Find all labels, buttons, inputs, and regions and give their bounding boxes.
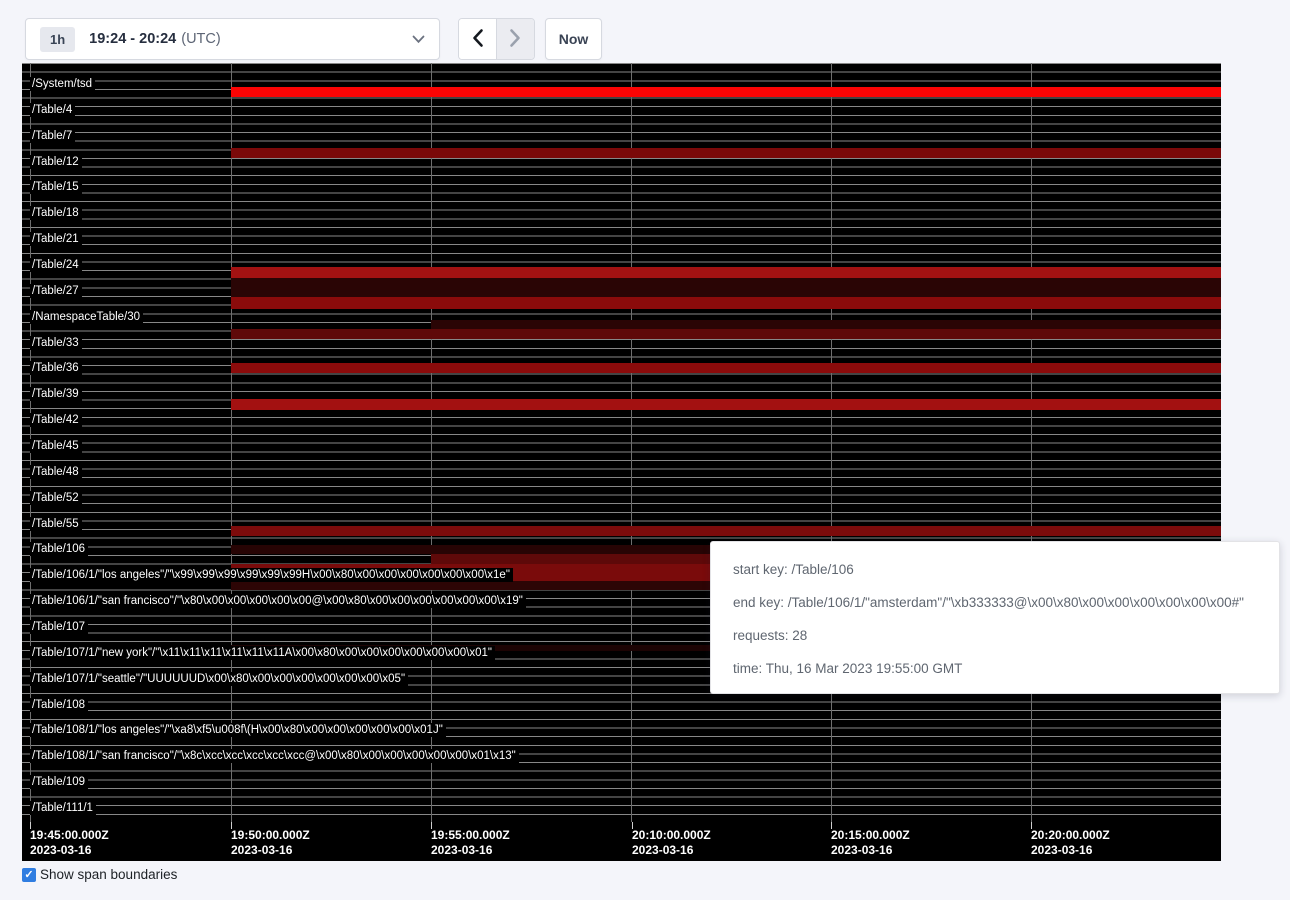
span-row-label: /Table/33 (30, 336, 82, 350)
time-gridline (1031, 63, 1032, 822)
time-axis: 19:45:00.000Z2023-03-16 19:50:00.000Z2023… (22, 822, 1221, 861)
heat-band[interactable] (231, 267, 1221, 278)
heat-band[interactable] (231, 399, 1221, 410)
time-tick-label: 19:45:00.000Z2023-03-16 (30, 828, 109, 858)
span-row-label: /Table/106 (30, 542, 88, 556)
span-row-label: /Table/18 (30, 206, 82, 220)
span-row-label: /Table/108 (30, 698, 88, 712)
previous-interval-button[interactable] (459, 19, 497, 59)
checkmark-icon: ✓ (24, 868, 33, 882)
time-range-text: 19:24 - 20:24 (89, 31, 176, 47)
show-span-boundaries-label: Show span boundaries (40, 867, 177, 882)
span-row-label: /Table/108/1/"san francisco"/"\x8c\xcc\x… (30, 749, 519, 763)
time-tick-label: 20:15:00.000Z2023-03-16 (831, 828, 910, 858)
span-row-label: /Table/45 (30, 439, 82, 453)
next-interval-button[interactable] (497, 19, 535, 59)
heat-band[interactable] (231, 297, 1221, 309)
toolbar: 1h 19:24 - 20:24 (UTC) Now (0, 0, 1290, 63)
chevron-right-icon (509, 28, 522, 51)
time-gridline (831, 63, 832, 822)
heat-band[interactable] (231, 278, 1221, 297)
bucket-tooltip: start key: /Table/106 end key: /Table/10… (710, 541, 1280, 694)
span-row-label: /Table/55 (30, 517, 82, 531)
span-row-label: /Table/52 (30, 491, 82, 505)
span-row-label: /System/tsd (30, 77, 95, 91)
span-row-label: /NamespaceTable/30 (30, 310, 143, 324)
span-row-label: /Table/12 (30, 155, 82, 169)
heat-band[interactable] (231, 526, 1221, 536)
span-row-label: /Table/108/1/"los angeles"/"\xa8\xf5\u00… (30, 723, 446, 737)
time-tick-label: 19:55:00.000Z2023-03-16 (431, 828, 510, 858)
span-row-label: /Table/107/1/"new york"/"\x11\x11\x11\x1… (30, 646, 495, 660)
time-tick-label: 20:20:00.000Z2023-03-16 (1031, 828, 1110, 858)
time-range-duration-badge: 1h (40, 27, 75, 52)
span-row-label: /Table/42 (30, 413, 82, 427)
tooltip-time: time: Thu, 16 Mar 2023 19:55:00 GMT (733, 652, 1257, 685)
chevron-left-icon (471, 28, 484, 51)
tooltip-requests: requests: 28 (733, 619, 1257, 652)
time-range-timezone: (UTC) (181, 31, 220, 47)
span-row-label: /Table/4 (30, 103, 75, 117)
heat-band[interactable] (231, 148, 1221, 158)
span-row-label: /Table/7 (30, 129, 75, 143)
span-row-label: /Table/48 (30, 465, 82, 479)
span-row-label: /Table/111/1 (30, 801, 96, 815)
heat-band[interactable] (231, 363, 1221, 373)
time-gridline (631, 63, 632, 822)
time-tick-label: 20:10:00.000Z2023-03-16 (632, 828, 711, 858)
tooltip-end-key: end key: /Table/106/1/"amsterdam"/"\xb33… (733, 586, 1257, 619)
key-visualizer-canvas[interactable]: /System/tsd/Table/4/Table/7/Table/12/Tab… (22, 63, 1221, 861)
heat-band[interactable] (231, 329, 1221, 339)
tooltip-start-key: start key: /Table/106 (733, 553, 1257, 586)
span-row-label: /Table/39 (30, 387, 82, 401)
span-row-label: /Table/24 (30, 258, 82, 272)
heat-band[interactable] (231, 87, 1221, 97)
chevron-down-icon (412, 35, 425, 44)
span-row-label: /Table/107 (30, 620, 88, 634)
show-span-boundaries-checkbox[interactable]: ✓ (22, 868, 36, 882)
time-step-button-group (458, 18, 535, 60)
time-gridline (231, 63, 232, 822)
heat-band[interactable] (431, 320, 1221, 329)
span-row-label: /Table/36 (30, 361, 82, 375)
span-row-label: /Table/107/1/"seattle"/"UUUUUUD\x00\x80\… (30, 672, 408, 686)
now-button[interactable]: Now (545, 18, 602, 60)
span-row-label: /Table/109 (30, 775, 88, 789)
footer-options: ✓ Show span boundaries (22, 867, 177, 882)
span-row-label: /Table/106/1/"san francisco"/"\x80\x00\x… (30, 594, 526, 608)
time-gridline (431, 63, 432, 822)
span-row-label: /Table/27 (30, 284, 82, 298)
time-tick-label: 19:50:00.000Z2023-03-16 (231, 828, 310, 858)
span-row-label: /Table/15 (30, 180, 82, 194)
span-row-label: /Table/106/1/"los angeles"/"\x99\x99\x99… (30, 568, 513, 582)
time-range-selector[interactable]: 1h 19:24 - 20:24 (UTC) (25, 18, 440, 60)
heatmap-plot-area[interactable]: /System/tsd/Table/4/Table/7/Table/12/Tab… (22, 63, 1221, 822)
span-row-label: /Table/21 (30, 232, 82, 246)
